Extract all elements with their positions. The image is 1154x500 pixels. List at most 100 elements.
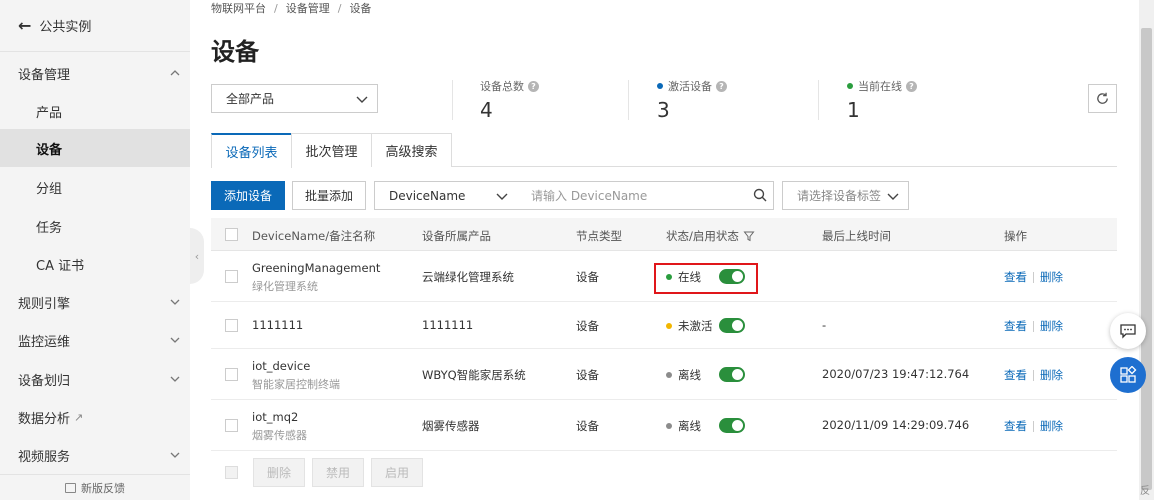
device-tag-select[interactable]: 请选择设备标签	[782, 181, 909, 210]
status-dot	[666, 423, 672, 429]
sidebar-collapse-handle[interactable]: ‹	[190, 228, 204, 284]
status-badge: 未激活	[666, 318, 713, 334]
sidebar-item-label: 监控运维	[18, 334, 71, 350]
row-actions: 查看 删除	[1004, 418, 1063, 434]
view-link[interactable]: 查看	[1004, 319, 1027, 333]
help-icon[interactable]: ?	[906, 80, 917, 92]
breadcrumb-separator: /	[274, 2, 278, 15]
tab-advanced-search[interactable]: 高级搜索	[371, 133, 452, 167]
feedback-link[interactable]: 新版反馈	[0, 474, 190, 500]
status-dot	[666, 372, 672, 378]
stat-value: 3	[657, 98, 670, 122]
row-checkbox[interactable]	[225, 319, 238, 332]
page-scrollbar[interactable]	[1139, 0, 1154, 500]
page-title: 设备	[211, 38, 259, 66]
sidebar-item-rule-engine[interactable]: 规则引擎	[0, 283, 190, 321]
refresh-icon	[1097, 92, 1108, 104]
sidebar-item-group[interactable]: 分组	[0, 168, 190, 206]
row-checkbox[interactable]	[225, 419, 238, 432]
last-online-time: 2020/11/09 14:29:09.746	[822, 418, 970, 432]
action-separator	[1033, 370, 1034, 381]
divider	[818, 80, 819, 120]
search-input[interactable]	[517, 181, 774, 210]
sidebar-item-label: 视频服务	[18, 449, 71, 465]
sidebar-item-monitoring[interactable]: 监控运维	[0, 321, 190, 359]
node-type: 设备	[576, 368, 599, 382]
sidebar-item-device-management[interactable]: 设备管理	[0, 54, 190, 92]
enable-toggle[interactable]	[719, 318, 745, 333]
chevron-up-icon	[170, 70, 180, 76]
view-link[interactable]: 查看	[1004, 419, 1027, 433]
divider	[452, 80, 453, 120]
back-link[interactable]: ← 公共实例	[0, 0, 190, 52]
sidebar-item-label: 设备划归	[18, 373, 71, 389]
device-name[interactable]: 1111111	[252, 318, 303, 332]
batch-disable-button[interactable]: 禁用	[312, 458, 364, 487]
status-text: 离线	[678, 419, 701, 433]
stat-activated: 激活设备? 3	[657, 78, 727, 122]
breadcrumb-item[interactable]: 物联网平台	[211, 2, 266, 15]
device-tag-placeholder: 请选择设备标签	[797, 189, 882, 203]
view-link[interactable]: 查看	[1004, 368, 1027, 382]
search-field-select[interactable]: DeviceName	[374, 181, 518, 210]
arrow-left-icon: ←	[18, 16, 32, 35]
apps-float-button[interactable]	[1110, 357, 1146, 393]
sidebar-item-product[interactable]: 产品	[0, 92, 190, 130]
status-badge: 离线	[666, 367, 701, 383]
last-online-time: -	[822, 318, 827, 332]
batch-enable-button[interactable]: 启用	[371, 458, 423, 487]
row-actions: 查看 删除	[1004, 318, 1063, 334]
table-row: iot_device 智能家居控制终端 WBYQ智能家居系统 设备 离线 202…	[211, 349, 1117, 400]
tab-device-list[interactable]: 设备列表	[211, 133, 292, 168]
chevron-down-icon	[170, 452, 180, 458]
batch-add-button[interactable]: 批量添加	[292, 181, 366, 210]
filter-icon[interactable]	[743, 230, 755, 242]
sidebar-item-device-assign[interactable]: 设备划归	[0, 360, 190, 398]
help-icon[interactable]: ?	[716, 80, 727, 92]
search-field-value: DeviceName	[389, 188, 466, 203]
tab-batch-management[interactable]: 批次管理	[291, 133, 372, 167]
row-checkbox[interactable]	[225, 270, 238, 283]
delete-link[interactable]: 删除	[1040, 368, 1063, 382]
batch-select-checkbox[interactable]	[225, 466, 238, 479]
sidebar-item-task[interactable]: 任务	[0, 207, 190, 245]
search-icon[interactable]	[753, 188, 767, 202]
delete-link[interactable]: 删除	[1040, 270, 1063, 284]
chevron-down-icon	[170, 337, 180, 343]
delete-link[interactable]: 删除	[1040, 419, 1063, 433]
device-name[interactable]: iot_device	[252, 359, 310, 373]
enable-toggle[interactable]	[719, 418, 745, 433]
add-device-button[interactable]: 添加设备	[211, 181, 285, 210]
device-name[interactable]: iot_mq2	[252, 410, 298, 424]
refresh-button[interactable]	[1088, 84, 1117, 113]
sidebar-item-video-service[interactable]: 视频服务	[0, 436, 190, 474]
sidebar-item-ca-cert[interactable]: CA 证书	[0, 245, 190, 283]
divider	[628, 80, 629, 120]
status-badge: 在线	[666, 269, 701, 285]
delete-link[interactable]: 删除	[1040, 319, 1063, 333]
help-icon[interactable]: ?	[528, 80, 539, 92]
scrollbar-thumb[interactable]	[1141, 28, 1152, 490]
breadcrumb-separator: /	[337, 2, 342, 15]
stat-label: 激活设备	[668, 80, 712, 93]
tab-bar: 设备列表 批次管理 高级搜索	[211, 133, 1117, 168]
feedback-label: 新版反馈	[81, 481, 125, 495]
chat-float-button[interactable]	[1110, 313, 1146, 349]
toggle-knob	[732, 271, 743, 282]
breadcrumb: 物联网平台 / 设备管理 / 设备	[211, 0, 371, 16]
row-checkbox[interactable]	[225, 368, 238, 381]
device-product: 烟雾传感器	[422, 419, 480, 433]
enable-toggle[interactable]	[719, 269, 745, 284]
status-dot	[847, 83, 853, 89]
device-name[interactable]: GreeningManagement	[252, 261, 380, 275]
enable-toggle[interactable]	[719, 367, 745, 382]
batch-delete-button[interactable]: 删除	[253, 458, 305, 487]
view-link[interactable]: 查看	[1004, 270, 1027, 284]
sidebar-item-device[interactable]: 设备	[0, 129, 190, 167]
sidebar-item-data-analysis[interactable]: 数据分析 ↗	[0, 398, 190, 436]
product-select[interactable]: 全部产品	[211, 84, 378, 113]
select-all-checkbox[interactable]	[225, 228, 238, 241]
sidebar-item-label: 产品	[36, 105, 63, 121]
stat-value: 4	[480, 98, 493, 122]
breadcrumb-item[interactable]: 设备管理	[286, 2, 330, 15]
